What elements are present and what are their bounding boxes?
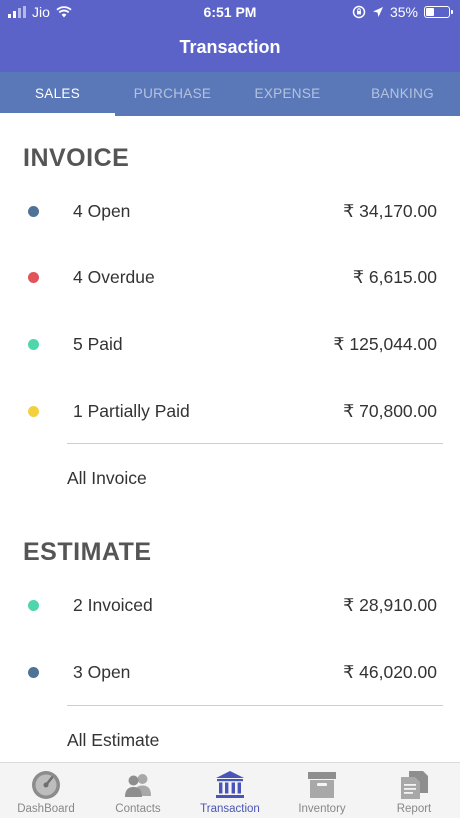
tab-expense[interactable]: EXPENSE: [230, 72, 345, 116]
invoice-row-open[interactable]: 4 Open ₹ 34,170.00: [0, 196, 460, 226]
status-right: 35%: [352, 4, 453, 20]
status-dot: [28, 272, 39, 283]
nav-label: Contacts: [115, 803, 161, 815]
inventory-box-icon: [308, 772, 336, 798]
invoice-row-partially-paid[interactable]: 1 Partially Paid ₹ 70,800.00: [0, 396, 460, 426]
tab-purchase[interactable]: PURCHASE: [115, 72, 230, 116]
nav-label: Transaction: [200, 803, 260, 815]
estimate-row-open[interactable]: 3 Open ₹ 46,020.00: [0, 657, 460, 687]
transaction-tabs: SALES PURCHASE EXPENSE BANKING: [0, 72, 460, 116]
page-title: Transaction: [179, 37, 281, 57]
row-amount: ₹ 70,800.00: [343, 401, 437, 421]
status-dot: [28, 406, 39, 417]
battery-icon: [424, 6, 453, 18]
invoice-row-overdue[interactable]: 4 Overdue ₹ 6,615.00: [0, 262, 460, 292]
invoice-row-paid[interactable]: 5 Paid ₹ 125,044.00: [0, 329, 460, 359]
contacts-icon: [125, 774, 151, 797]
row-label: 2 Invoiced: [73, 595, 153, 615]
status-dot: [28, 600, 39, 611]
row-label: 3 Open: [73, 662, 131, 682]
row-label: 4 Overdue: [73, 267, 155, 287]
nav-label: Inventory: [298, 803, 346, 815]
row-label: 1 Partially Paid: [73, 401, 190, 421]
tab-sales[interactable]: SALES: [0, 72, 115, 116]
bank-icon: [216, 771, 244, 798]
row-label: 4 Open: [73, 201, 131, 221]
nav-inventory[interactable]: Inventory: [276, 763, 368, 818]
row-amount: ₹ 6,615.00: [352, 267, 437, 287]
row-label: 5 Paid: [73, 334, 123, 354]
row-amount: ₹ 46,020.00: [343, 662, 437, 682]
nav-transaction[interactable]: Transaction: [184, 763, 276, 818]
all-estimate-link[interactable]: All Estimate: [67, 730, 159, 751]
battery-percent: 35%: [389, 4, 418, 20]
dashboard-gauge-icon: [32, 771, 60, 799]
location-arrow-icon: [372, 7, 383, 17]
divider: [67, 705, 443, 706]
bottom-tab-bar: DashBoard Contacts Transaction Inventory: [0, 762, 460, 818]
status-dot: [28, 667, 39, 678]
tab-banking[interactable]: BANKING: [345, 72, 460, 116]
nav-contacts[interactable]: Contacts: [92, 763, 184, 818]
app-header: Jio 6:51 PM 35% Transaction: [0, 0, 460, 72]
report-icon: [401, 771, 428, 799]
row-amount: ₹ 125,044.00: [333, 334, 437, 354]
status-bar: Jio 6:51 PM 35%: [0, 0, 460, 26]
invoice-section-title: INVOICE: [23, 144, 130, 172]
divider: [67, 443, 443, 444]
rotation-lock-icon: [352, 5, 366, 19]
estimate-section-title: ESTIMATE: [23, 538, 152, 566]
all-invoice-link[interactable]: All Invoice: [67, 468, 147, 489]
row-amount: ₹ 28,910.00: [343, 595, 437, 615]
row-amount: ₹ 34,170.00: [343, 201, 437, 221]
estimate-row-invoiced[interactable]: 2 Invoiced ₹ 28,910.00: [0, 590, 460, 620]
nav-report[interactable]: Report: [368, 763, 460, 818]
nav-label: Report: [396, 803, 432, 815]
sales-content: INVOICE 4 Open ₹ 34,170.00 4 Overdue ₹ 6…: [0, 116, 460, 762]
nav-dashboard[interactable]: DashBoard: [0, 763, 92, 818]
status-dot: [28, 339, 39, 350]
nav-label: DashBoard: [17, 803, 75, 815]
status-dot: [28, 206, 39, 217]
